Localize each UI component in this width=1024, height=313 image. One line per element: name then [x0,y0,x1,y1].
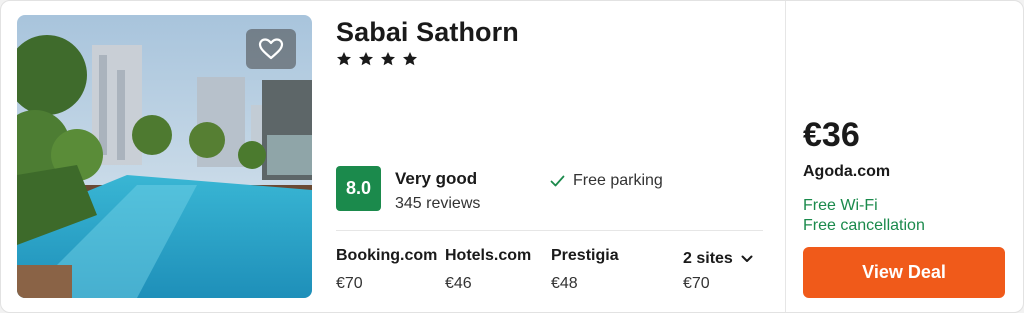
star-icon [403,52,417,66]
perk-free-wifi: Free Wi-Fi [803,197,878,214]
more-sites-dropdown[interactable]: 2 sites €70 [683,250,753,293]
provider-name: Booking.com [336,247,438,264]
provider-price: €70 [336,275,363,292]
star-icon [337,52,351,66]
review-count[interactable]: 345 reviews [395,195,480,213]
amenity-free-parking: Free parking [550,172,663,190]
divider [336,230,763,231]
provider-name: Prestigia [551,247,619,264]
provider-booking[interactable]: Booking.com €70 [336,247,437,293]
provider-price: €70 [683,275,710,292]
chevron-down-icon [741,255,753,262]
provider-price: €48 [551,275,578,292]
amenity-label: Free parking [573,172,663,189]
heart-icon [258,38,284,60]
divider [785,1,786,312]
provider-prestigia[interactable]: Prestigia €48 [551,247,619,293]
rating-score-badge: 8.0 [336,166,381,211]
best-provider-name: Agoda.com [803,163,891,180]
perk-free-cancellation: Free cancellation [803,217,925,234]
star-icon [381,52,395,66]
hotel-result-card[interactable]: Sabai Sathorn 8.0 Very good 345 reviews … [0,0,1024,313]
view-deal-button[interactable]: View Deal [803,247,1005,298]
best-price: €36 [803,116,860,154]
hotel-name[interactable]: Sabai Sathorn [336,17,519,48]
favorite-button[interactable] [246,29,296,69]
more-sites-label: 2 sites [683,250,733,267]
star-icon [359,52,373,66]
provider-name: Hotels.com [445,247,532,264]
rating-label: Very good [395,169,478,188]
check-icon [550,175,565,187]
provider-hotels[interactable]: Hotels.com €46 [445,247,531,293]
provider-price: €46 [445,275,472,292]
star-rating [336,51,418,67]
